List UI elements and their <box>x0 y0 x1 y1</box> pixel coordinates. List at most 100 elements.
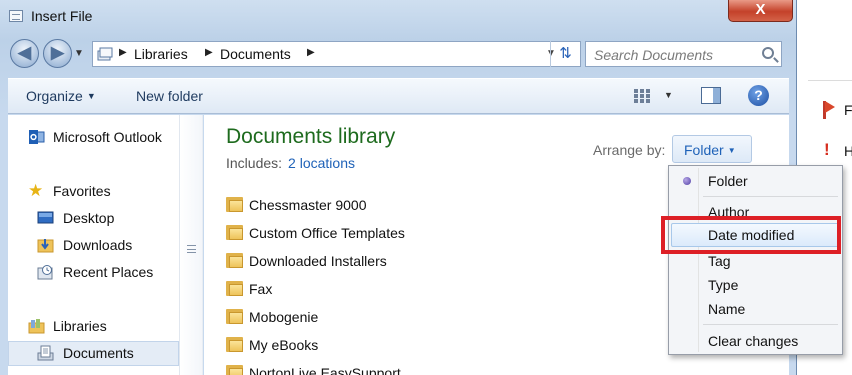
libraries-icon <box>28 319 45 334</box>
breadcrumb-documents[interactable]: Documents <box>220 46 291 62</box>
back-arrow-icon: ◀ <box>17 43 32 62</box>
menu-item-label: Name <box>708 301 746 317</box>
includes-line: Includes: 2 locations <box>226 155 355 171</box>
arrange-by-value: Folder <box>684 142 724 158</box>
folder-name: Chessmaster 9000 <box>249 197 367 213</box>
dialog-icon <box>9 10 23 22</box>
sidebar-item-label: Downloads <box>63 237 133 253</box>
title-bar[interactable]: Insert File X <box>0 0 797 34</box>
folder-item[interactable]: Chessmaster 9000 <box>226 194 646 216</box>
change-view-icon[interactable] <box>633 88 651 104</box>
command-bar: Organize ▼ New folder ▼ ? <box>8 78 789 114</box>
new-folder-button[interactable]: New folder <box>136 88 203 104</box>
menu-item-clear-changes[interactable]: Clear changes <box>671 329 840 353</box>
folder-name: NortonLive EasySupport <box>249 365 401 375</box>
folder-name: My eBooks <box>249 337 319 353</box>
refresh-icon: ⇅ <box>559 45 572 62</box>
folder-item[interactable]: NortonLive EasySupport <box>226 362 646 375</box>
annotation-highlight-box <box>661 216 841 254</box>
view-options-dropdown-icon[interactable]: ▼ <box>664 90 673 100</box>
search-input[interactable]: Search Documents <box>585 41 782 67</box>
menu-item-label: Clear changes <box>708 333 799 349</box>
recent-pages-dropdown-icon[interactable]: ▼ <box>74 48 84 59</box>
folder-item[interactable]: Fax <box>226 278 646 300</box>
folder-icon <box>226 337 243 352</box>
forward-arrow-icon: ▶ <box>50 43 65 62</box>
sidebar-item-label: Microsoft Outlook <box>53 129 162 145</box>
flag-icon <box>823 101 835 119</box>
folder-icon <box>226 365 243 375</box>
includes-label: Includes: <box>226 155 283 171</box>
organize-label: Organize <box>26 88 83 104</box>
folder-name: Downloaded Installers <box>249 253 387 269</box>
background-text-2: H <box>844 143 852 159</box>
search-icon <box>762 47 774 59</box>
address-bar[interactable]: ▶ Libraries ▶ Documents ▶ ▼ <box>92 41 581 67</box>
pane-splitter[interactable] <box>179 115 203 375</box>
desktop-icon <box>37 211 54 224</box>
chevron-right-icon[interactable]: ▶ <box>119 47 127 58</box>
star-icon: ★ <box>28 181 44 200</box>
search-placeholder: Search Documents <box>594 47 714 63</box>
arrange-by-menu: Folder Author Date modified Tag Type Nam… <box>668 165 843 355</box>
menu-separator <box>703 196 838 197</box>
importance-icon: ! <box>824 140 830 159</box>
sidebar-item-documents[interactable]: Documents <box>8 341 179 366</box>
preview-pane-icon[interactable] <box>701 87 721 104</box>
menu-item-name[interactable]: Name <box>671 297 840 321</box>
sidebar-item-libraries[interactable]: Libraries <box>8 315 179 337</box>
organize-button[interactable]: Organize ▼ <box>26 88 96 104</box>
folder-name: Fax <box>249 281 273 297</box>
folder-icon <box>226 225 243 240</box>
documents-icon <box>37 345 54 361</box>
folder-name: Custom Office Templates <box>249 225 405 241</box>
breadcrumb-libraries[interactable]: Libraries <box>134 46 188 62</box>
help-icon[interactable]: ? <box>748 85 769 106</box>
sidebar-item-label: Favorites <box>53 183 111 199</box>
arrange-by-label: Arrange by: <box>593 142 666 158</box>
sidebar-item-label: Desktop <box>63 210 115 226</box>
folder-item[interactable]: Custom Office Templates <box>226 222 646 244</box>
background-divider <box>808 80 852 81</box>
folder-item[interactable]: My eBooks <box>226 334 646 356</box>
folder-icon <box>226 281 243 296</box>
folder-name: Mobogenie <box>249 309 319 325</box>
libraries-icon <box>97 47 113 61</box>
sidebar-item-label: Libraries <box>53 318 107 334</box>
folder-icon <box>226 253 243 268</box>
refresh-button[interactable]: ⇅ <box>550 41 580 67</box>
menu-item-label: Type <box>708 277 739 293</box>
window-title: Insert File <box>31 8 93 24</box>
sidebar-item-recent-places[interactable]: Recent Places <box>8 261 179 283</box>
screenshot-stage: F ! H Insert File X ◀ ▶ ▼ ▶ Libraries ▶ … <box>0 0 852 375</box>
sidebar-item-label: Recent Places <box>63 264 154 280</box>
folder-icon <box>226 309 243 324</box>
back-button[interactable]: ◀ <box>10 39 39 68</box>
menu-item-type[interactable]: Type <box>671 273 840 297</box>
recent-places-icon <box>37 265 53 280</box>
menu-separator <box>703 324 838 325</box>
close-button[interactable]: X <box>728 0 793 22</box>
library-title: Documents library <box>226 125 396 148</box>
sidebar-item-desktop[interactable]: Desktop <box>8 207 179 229</box>
locations-link[interactable]: 2 locations <box>288 155 355 171</box>
chevron-down-icon: ▼ <box>727 146 736 155</box>
sidebar-item-outlook[interactable]: Microsoft Outlook <box>8 126 179 148</box>
sidebar-item-label: Documents <box>63 345 134 361</box>
sidebar-item-downloads[interactable]: Downloads <box>8 234 179 256</box>
folder-item[interactable]: Downloaded Installers <box>226 250 646 272</box>
downloads-folder-icon <box>37 239 54 253</box>
menu-item-label: Folder <box>708 173 748 189</box>
folder-icon <box>226 197 243 212</box>
chevron-down-icon: ▼ <box>86 91 96 101</box>
menu-item-folder[interactable]: Folder <box>671 169 840 193</box>
folder-item[interactable]: Mobogenie <box>226 306 646 328</box>
arrange-by-dropdown[interactable]: Folder ▼ <box>672 135 752 163</box>
chevron-right-icon[interactable]: ▶ <box>307 47 315 58</box>
menu-item-label: Tag <box>708 253 731 269</box>
sidebar-item-favorites[interactable]: ★ Favorites <box>8 180 179 202</box>
close-icon: X <box>755 1 766 18</box>
forward-button[interactable]: ▶ <box>43 39 72 68</box>
chevron-right-icon[interactable]: ▶ <box>205 47 213 58</box>
navigation-pane: Microsoft Outlook ★ Favorites Desktop Do… <box>8 115 179 375</box>
